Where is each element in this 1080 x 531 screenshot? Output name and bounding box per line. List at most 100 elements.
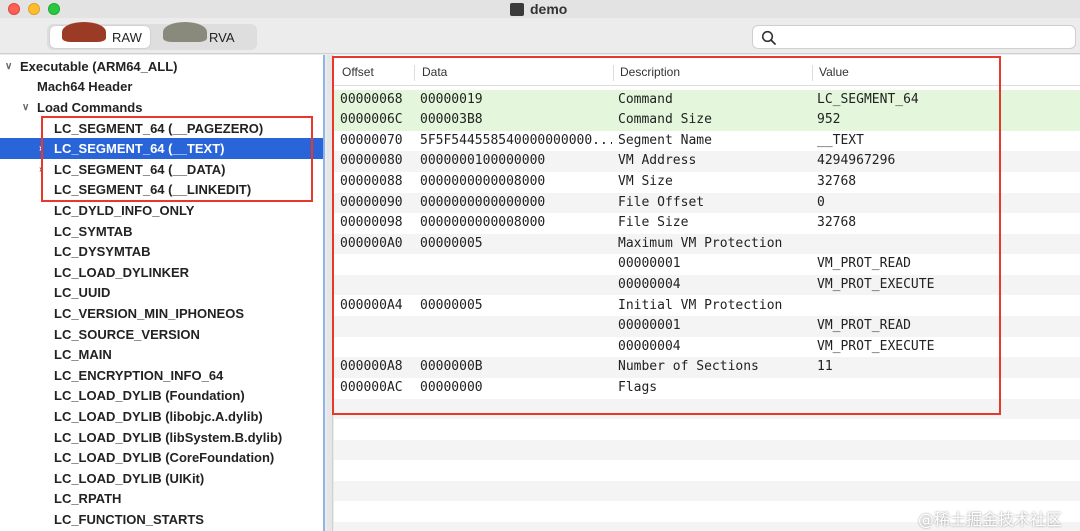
chevron-down-icon[interactable]: ∨ xyxy=(5,61,12,72)
tree-item[interactable]: LC_DYSYMTAB xyxy=(0,241,323,262)
tree-item-label: Executable (ARM64_ALL) xyxy=(20,58,178,74)
tree-item[interactable]: LC_ENCRYPTION_INFO_64 xyxy=(0,365,323,386)
tree-item-label: LC_DYSYMTAB xyxy=(54,244,151,260)
rva-mode-button[interactable]: RVA xyxy=(157,22,253,48)
raw-mode-label: RAW xyxy=(112,30,142,45)
offset-cell: 000000A0 xyxy=(340,235,403,251)
tree-item[interactable]: ∨ Load Commands xyxy=(0,97,323,118)
tree-item[interactable]: LC_LOAD_DYLIB (Foundation) xyxy=(0,386,323,407)
title-bar: demo xyxy=(0,0,1080,18)
tree-item[interactable]: LC_SYMTAB xyxy=(0,221,323,242)
description-cell: 00000001 xyxy=(618,256,681,272)
load-commands-tree: ∨ Executable (ARM64_ALL) Mach64 Header ∨ Loa… xyxy=(0,55,325,531)
chevron-right-icon[interactable]: › xyxy=(39,164,42,175)
column-header-value[interactable]: Value xyxy=(819,65,849,79)
tree-item[interactable]: › LC_SEGMENT_64 (__DATA) xyxy=(0,159,323,180)
tree-item[interactable]: LC_SEGMENT_64 (__LINKEDIT) xyxy=(0,180,323,201)
tree-item[interactable]: LC_UUID xyxy=(0,283,323,304)
empty-row xyxy=(334,419,1080,440)
column-header-description[interactable]: Description xyxy=(620,65,680,79)
rva-mode-label: RVA xyxy=(209,30,235,45)
tree-item[interactable]: LC_LOAD_DYLINKER xyxy=(0,262,323,283)
tree-item-label: LC_FUNCTION_STARTS xyxy=(54,511,204,527)
rva-mode-icon xyxy=(163,22,207,42)
value-cell: 11 xyxy=(817,359,833,375)
column-separator[interactable] xyxy=(613,65,614,81)
value-cell: 0 xyxy=(817,194,825,210)
table-row[interactable]: 00000098 0000000000008000 File Size 32768 xyxy=(334,213,1080,234)
value-cell: 32768 xyxy=(817,173,857,189)
value-cell: VM_PROT_READ xyxy=(817,318,911,334)
table-row[interactable]: 0000006C 000003B8 Command Size 952 xyxy=(334,110,1080,131)
table-row[interactable]: 00000070 5F5F544558540000000000... Segment… xyxy=(334,131,1080,152)
tree-item[interactable]: ∨ Executable (ARM64_ALL) xyxy=(0,56,323,77)
column-separator[interactable] xyxy=(414,65,415,81)
value-cell: __TEXT xyxy=(817,132,864,148)
tree-item[interactable]: Mach64 Header xyxy=(0,77,323,98)
raw-mode-button[interactable]: RAW xyxy=(50,22,150,48)
table-row[interactable]: 00000004 VM_PROT_EXECUTE xyxy=(334,274,1080,296)
value-cell: LC_SEGMENT_64 xyxy=(817,91,919,107)
table-row[interactable]: 00000004 VM_PROT_EXECUTE xyxy=(334,337,1080,358)
table-row[interactable]: 000000AC 00000000 Flags xyxy=(334,378,1080,399)
tree-item[interactable]: LC_LOAD_DYLIB (libobjc.A.dylib) xyxy=(0,406,323,427)
tree-item[interactable]: LC_MAIN xyxy=(0,344,323,365)
table-row[interactable]: 00000080 0000000100000000 VM Address 429496… xyxy=(334,151,1080,172)
table-row[interactable]: 00000088 0000000000008000 VM Size 32768 xyxy=(334,172,1080,193)
table-row[interactable]: 00000001 VM_PROT_READ xyxy=(334,254,1080,275)
description-cell: 00000001 xyxy=(618,318,681,334)
value-cell: 4294967296 xyxy=(817,153,896,169)
tree-item-label: LC_UUID xyxy=(54,285,111,301)
chevron-right-icon[interactable]: › xyxy=(39,143,42,154)
tree-item[interactable]: LC_FUNCTION_STARTS xyxy=(0,509,323,530)
tree-item-label: LC_LOAD_DYLIB (CoreFoundation) xyxy=(54,450,275,466)
value-cell: VM_PROT_EXECUTE xyxy=(817,338,935,354)
description-cell: Command Size xyxy=(618,112,712,128)
split-view-divider[interactable] xyxy=(327,55,333,531)
zoom-window-button[interactable] xyxy=(48,3,60,15)
table-row[interactable]: 00000001 VM_PROT_READ xyxy=(334,316,1080,337)
minimize-window-button[interactable] xyxy=(28,3,40,15)
watermark: @稀土掘金技术社区 xyxy=(918,510,1063,529)
tree-item[interactable]: LC_LOAD_DYLIB (CoreFoundation) xyxy=(0,447,323,468)
tree-item[interactable]: LC_SOURCE_VERSION xyxy=(0,324,323,345)
offset-cell: 00000088 xyxy=(340,173,403,189)
tree-item[interactable]: › LC_SEGMENT_64 (__TEXT) xyxy=(0,138,323,159)
window-title: demo xyxy=(510,0,567,18)
description-cell: VM Address xyxy=(618,153,697,169)
table-row[interactable]: 000000A8 0000000B Number of Sections 11 xyxy=(334,357,1080,378)
tree-item[interactable]: LC_RPATH xyxy=(0,489,323,510)
data-cell: 0000000B xyxy=(420,359,483,375)
data-cell: 00000019 xyxy=(420,91,483,107)
tree-item[interactable]: LC_LOAD_DYLIB (libSystem.B.dylib) xyxy=(0,427,323,448)
search-field[interactable] xyxy=(752,25,1076,49)
value-cell: VM_PROT_EXECUTE xyxy=(817,276,935,292)
offset-cell: 000000A4 xyxy=(340,297,403,313)
close-window-button[interactable] xyxy=(8,3,20,15)
value-cell: 952 xyxy=(817,112,841,128)
data-cell: 0000000100000000 xyxy=(420,153,546,169)
document-icon xyxy=(510,2,524,16)
data-cell: 5F5F544558540000000000... xyxy=(420,132,612,148)
column-header-offset[interactable]: Offset xyxy=(342,65,374,79)
tree-item-label: LC_SEGMENT_64 (__TEXT) xyxy=(54,141,225,157)
tree-item-label: LC_SEGMENT_64 (__PAGEZERO) xyxy=(54,120,264,136)
column-header-data[interactable]: Data xyxy=(422,65,447,79)
offset-cell: 00000080 xyxy=(340,153,403,169)
empty-row xyxy=(334,398,1080,420)
table-row[interactable]: 000000A4 00000005 Initial VM Protection xyxy=(334,296,1080,317)
offset-cell: 00000098 xyxy=(340,215,403,231)
tree-item[interactable]: LC_VERSION_MIN_IPHONEOS xyxy=(0,303,323,324)
description-cell: Segment Name xyxy=(618,132,712,148)
tree-item[interactable]: LC_DYLD_INFO_ONLY xyxy=(0,200,323,221)
table-row[interactable]: 00000090 0000000000000000 File Offset 0 xyxy=(334,192,1080,214)
table-row[interactable]: 000000A0 00000005 Maximum VM Protection xyxy=(334,233,1080,255)
description-cell: Initial VM Protection xyxy=(618,297,783,313)
tree-item[interactable]: LC_SEGMENT_64 (__PAGEZERO) xyxy=(0,118,323,139)
tree-item-label: Mach64 Header xyxy=(37,79,133,95)
tree-item[interactable]: LC_LOAD_DYLIB (UIKit) xyxy=(0,468,323,489)
table-row[interactable]: 00000068 00000019 Command LC_SEGMENT_64 xyxy=(334,89,1080,111)
column-separator[interactable] xyxy=(812,65,813,81)
chevron-down-icon[interactable]: ∨ xyxy=(22,102,29,113)
data-cell: 0000000000008000 xyxy=(420,215,546,231)
